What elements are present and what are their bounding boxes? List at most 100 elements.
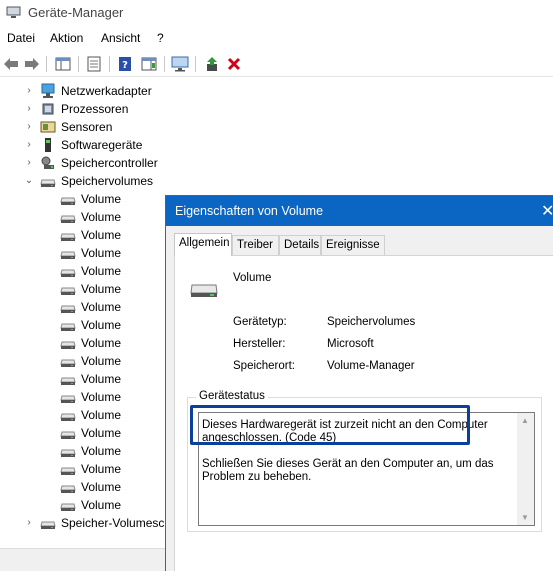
tree-category-label: Speichervolumes [61, 174, 154, 188]
tree-category-label: Speichercontroller [61, 156, 158, 170]
properties-dialog: Eigenschaften von Volume ✕ Allgemein Tre… [165, 195, 553, 571]
forward-icon[interactable] [22, 54, 42, 74]
network-adapter-icon [40, 83, 56, 99]
tree-category-label: Netzwerkadapter [61, 84, 152, 98]
toolbar-separator [164, 56, 165, 72]
update-driver-icon[interactable] [202, 54, 222, 74]
show-hide-console-tree-icon[interactable] [53, 54, 73, 74]
drive-icon [60, 209, 76, 225]
tree-item-label: Volume [81, 498, 122, 512]
tree-item-label: Volume [81, 354, 122, 368]
tree-category[interactable]: › Prozessoren [0, 100, 553, 118]
drive-icon [60, 371, 76, 387]
tree-item-label: Volume [81, 246, 122, 260]
drive-icon [40, 173, 56, 189]
status-highlight-box [190, 405, 470, 445]
device-name: Volume [233, 272, 272, 284]
chevron-down-icon[interactable]: ⌄ [24, 175, 34, 187]
drive-icon [189, 281, 219, 299]
tree-item-label: Volume [81, 264, 122, 278]
tree-category-label: Sensoren [61, 120, 113, 134]
software-device-icon [40, 137, 56, 153]
drive-icon [60, 263, 76, 279]
toolbar-separator [78, 56, 79, 72]
chevron-right-icon[interactable]: › [24, 517, 34, 529]
drive-icon [60, 335, 76, 351]
tree-category[interactable]: › Sensoren [0, 118, 553, 136]
tree-item-label: Volume [81, 408, 122, 422]
chevron-right-icon[interactable]: › [24, 139, 34, 151]
svg-text:?: ? [122, 60, 128, 71]
device-manager-icon [6, 6, 21, 19]
close-icon[interactable]: ✕ [541, 201, 553, 221]
monitor-icon[interactable] [170, 54, 190, 74]
tree-item-label: Volume [81, 480, 122, 494]
chevron-right-icon[interactable]: › [24, 157, 34, 169]
tree-category-label: Speicher-Volumesch [61, 516, 172, 530]
tree-category[interactable]: › Softwaregeräte [0, 136, 553, 154]
drive-icon [60, 281, 76, 297]
tree-item-label: Volume [81, 282, 122, 296]
help-icon[interactable]: ? [115, 54, 135, 74]
menu-bar: Datei Aktion Ansicht ? [0, 29, 553, 49]
manufacturer-label: Hersteller: [233, 338, 286, 350]
menu-aktion[interactable]: Aktion [50, 31, 83, 45]
tree-category[interactable]: › Netzwerkadapter [0, 82, 553, 100]
tree-item-label: Volume [81, 318, 122, 332]
drive-icon [60, 479, 76, 495]
drive-icon [60, 389, 76, 405]
storage-controller-icon [40, 155, 56, 171]
menu-datei[interactable]: Datei [7, 31, 35, 45]
drive-icon [60, 425, 76, 441]
device-type-value: Speichervolumes [327, 316, 416, 328]
location-value: Volume-Manager [327, 360, 415, 372]
toolbar-separator [46, 56, 47, 72]
status-scrollbar[interactable]: ▲ ▼ [517, 413, 534, 525]
toolbar-separator [195, 56, 196, 72]
status-remedy: Schließen Sie dieses Gerät an den Comput… [202, 458, 494, 483]
menu-ansicht[interactable]: Ansicht [101, 31, 140, 45]
uninstall-icon[interactable] [224, 54, 244, 74]
dialog-title: Eigenschaften von Volume [175, 204, 324, 218]
drive-icon [60, 191, 76, 207]
tab-ereignisse[interactable]: Ereignisse [321, 235, 385, 255]
tree-category-label: Softwaregeräte [61, 138, 143, 152]
toolbar-separator [109, 56, 110, 72]
tree-item-label: Volume [81, 444, 122, 458]
scroll-up-icon[interactable]: ▲ [521, 416, 529, 425]
tree-category-label: Prozessoren [61, 102, 129, 116]
scroll-down-icon[interactable]: ▼ [521, 513, 529, 522]
properties-icon[interactable] [84, 54, 104, 74]
window-title: Geräte-Manager [28, 5, 124, 20]
drive-icon [60, 497, 76, 513]
location-label: Speicherort: [233, 360, 296, 372]
tab-allgemein[interactable]: Allgemein [174, 233, 232, 256]
drive-icon [60, 299, 76, 315]
tree-item-label: Volume [81, 462, 122, 476]
tree-item-label: Volume [81, 300, 122, 314]
tree-category[interactable]: ⌄ Speichervolumes [0, 172, 553, 190]
tree-item-label: Volume [81, 228, 122, 242]
tree-item-label: Volume [81, 372, 122, 386]
tree-category[interactable]: › Speichercontroller [0, 154, 553, 172]
manufacturer-value: Microsoft [327, 338, 374, 350]
drive-icon [60, 245, 76, 261]
chevron-right-icon[interactable]: › [24, 121, 34, 133]
menu-help[interactable]: ? [157, 31, 164, 45]
drive-icon [60, 443, 76, 459]
back-icon[interactable] [1, 54, 21, 74]
drive-icon [60, 317, 76, 333]
dialog-title-bar: Eigenschaften von Volume ✕ [166, 196, 553, 226]
tab-treiber[interactable]: Treiber [232, 235, 279, 255]
chevron-right-icon[interactable]: › [24, 85, 34, 97]
action-pane-icon[interactable] [139, 54, 159, 74]
chevron-right-icon[interactable]: › [24, 103, 34, 115]
tab-details[interactable]: Details [279, 235, 321, 255]
device-type-label: Gerätetyp: [233, 316, 287, 328]
tree-item-label: Volume [81, 210, 122, 224]
sensor-icon [40, 119, 56, 135]
tree-item-label: Volume [81, 192, 122, 206]
toolbar: ? [0, 51, 553, 77]
drive-icon [60, 353, 76, 369]
tree-item-label: Volume [81, 390, 122, 404]
